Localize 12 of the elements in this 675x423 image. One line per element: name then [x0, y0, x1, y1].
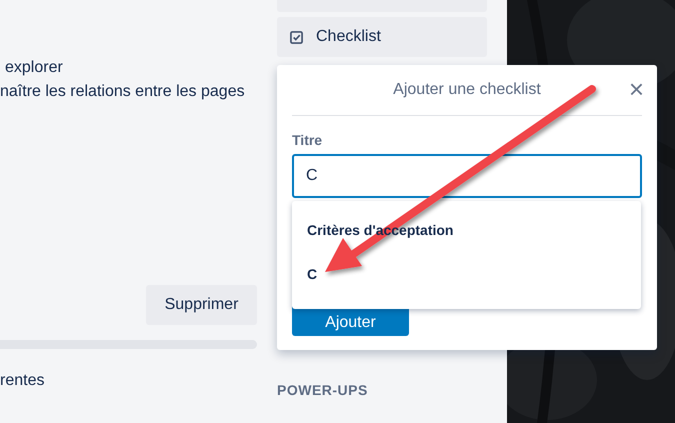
section-title: POWER-UPS: [277, 382, 369, 398]
popup-title: Ajouter une checklist: [393, 81, 541, 99]
checkbox-icon: [290, 30, 303, 44]
description-text: naître les relations entre les pages: [0, 82, 246, 102]
delete-button[interactable]: Supprimer: [146, 285, 257, 325]
suggestion-item[interactable]: C: [292, 263, 641, 285]
title-input-field[interactable]: C: [292, 154, 642, 198]
close-button[interactable]: ×: [624, 77, 648, 101]
checklist-button[interactable]: Checklist: [277, 17, 487, 57]
description-text: explorer: [5, 58, 64, 78]
description-text: rentes: [0, 372, 46, 390]
field-label: Titre: [292, 132, 324, 148]
